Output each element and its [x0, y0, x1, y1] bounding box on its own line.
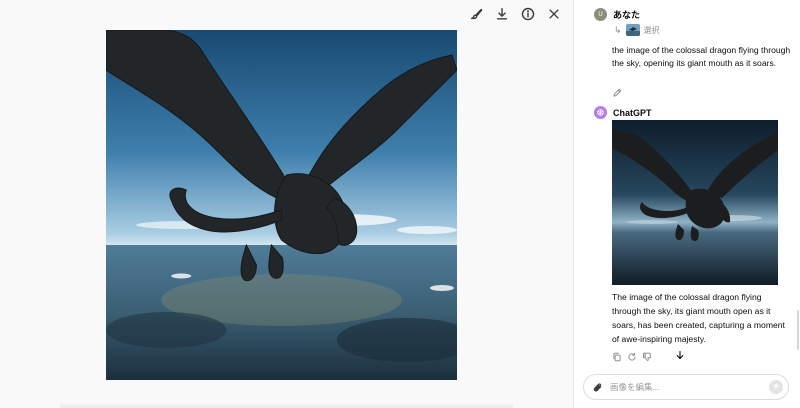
assistant-message-header: ChatGPT [594, 106, 652, 119]
copy-button[interactable] [612, 349, 622, 362]
edit-image-icon [469, 7, 483, 21]
attach-button[interactable] [592, 381, 604, 393]
thumbs-down-button[interactable] [642, 349, 652, 362]
openai-logo-icon [596, 108, 605, 117]
user-author-name: あなた [613, 10, 641, 20]
chat-scrollbar[interactable] [797, 310, 799, 350]
image-viewer [0, 0, 573, 408]
user-message-text: the image of the colossal dragon flying … [612, 45, 791, 68]
regenerate-button[interactable] [627, 349, 637, 361]
chat-panel: U あなた ↳ 選択 the image of the colossal dra… [574, 0, 800, 408]
viewer-toolbar [467, 5, 563, 23]
arrow-up-icon [772, 383, 780, 391]
user-avatar-initials: U [598, 11, 603, 18]
edit-image-composer [583, 374, 789, 400]
pencil-icon [612, 85, 622, 97]
paperclip-icon [592, 381, 604, 393]
edit-message-button[interactable] [612, 85, 622, 97]
generated-image[interactable] [106, 30, 457, 380]
edit-image-button[interactable] [467, 5, 485, 23]
edit-image-input[interactable] [610, 382, 769, 392]
regenerate-icon [627, 349, 637, 361]
selection-attachment[interactable]: ↳ 選択 [614, 24, 660, 36]
selection-thumbnail [625, 24, 640, 36]
viewer-bottom-fade [60, 402, 513, 408]
assistant-author-name: ChatGPT [613, 107, 652, 118]
selection-label: 選択 [643, 25, 660, 35]
user-message-header: U あなた [594, 8, 640, 21]
generated-image-thumbnail[interactable] [612, 120, 778, 285]
scroll-down-button[interactable] [673, 348, 687, 362]
close-button[interactable] [545, 5, 563, 23]
info-icon [521, 7, 535, 21]
arrow-down-icon [675, 350, 685, 360]
copy-icon [612, 349, 622, 362]
user-avatar: U [594, 8, 607, 21]
close-icon [547, 7, 561, 21]
chatgpt-avatar [594, 106, 607, 119]
assistant-message-text: The image of the colossal dragon flying … [612, 292, 785, 344]
download-button[interactable] [493, 5, 511, 23]
download-icon [495, 7, 509, 21]
reply-arrow-icon: ↳ [614, 24, 622, 35]
info-button[interactable] [519, 5, 537, 23]
message-actions [612, 349, 652, 362]
send-button[interactable] [769, 380, 783, 394]
thumbs-down-icon [642, 349, 652, 362]
